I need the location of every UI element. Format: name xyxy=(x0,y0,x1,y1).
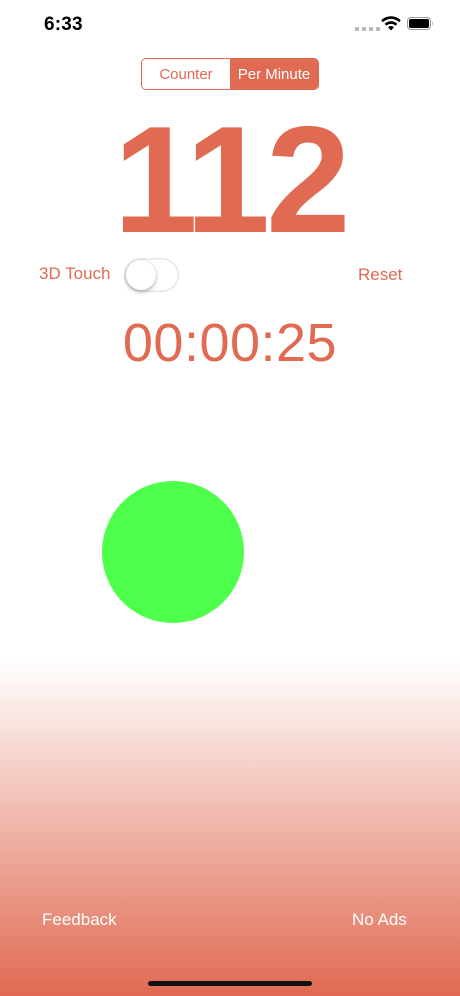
status-time: 6:33 xyxy=(44,14,83,35)
3d-touch-label: 3D Touch xyxy=(39,264,111,283)
feedback-button[interactable]: Feedback xyxy=(42,910,117,930)
reset-button[interactable]: Reset xyxy=(358,265,402,285)
toggle-knob xyxy=(126,260,156,290)
home-indicator[interactable] xyxy=(148,981,312,986)
3d-touch-toggle[interactable] xyxy=(124,258,179,292)
no-ads-button[interactable]: No Ads xyxy=(352,910,407,930)
cellular-signal-icon xyxy=(355,27,380,31)
wifi-icon xyxy=(381,16,401,31)
elapsed-timer: 00:00:25 xyxy=(122,313,338,373)
status-bar: 6:33 xyxy=(0,0,460,50)
segment-counter[interactable]: Counter xyxy=(142,59,230,89)
footer-gradient xyxy=(0,660,460,996)
tap-button[interactable] xyxy=(102,481,244,623)
count-display: 112 xyxy=(113,95,350,265)
segment-per-minute[interactable]: Per Minute xyxy=(230,59,318,89)
battery-icon xyxy=(407,17,433,30)
mode-segmented-control[interactable]: Counter Per Minute xyxy=(141,58,319,90)
